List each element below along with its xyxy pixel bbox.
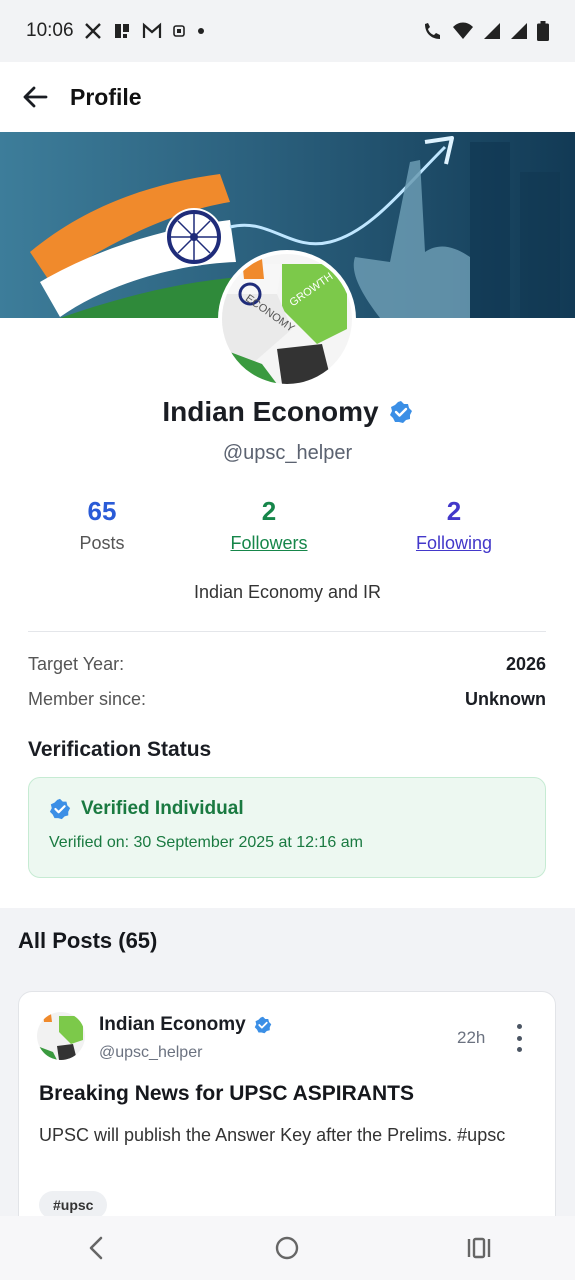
- back-button[interactable]: [0, 62, 70, 132]
- following-link[interactable]: Following: [364, 533, 544, 554]
- stat-following[interactable]: 2 Following: [364, 496, 544, 554]
- target-year-row: Target Year: 2026: [28, 654, 546, 675]
- post-time: 22h: [457, 1028, 486, 1047]
- member-since-row: Member since: Unknown: [28, 689, 546, 710]
- profile-name: Indian Economy: [162, 396, 379, 427]
- posts-count: 65: [87, 496, 117, 526]
- followers-link[interactable]: Followers: [179, 533, 359, 554]
- nav-back-button[interactable]: [56, 1216, 136, 1280]
- target-year-value: 2026: [505, 654, 546, 674]
- x-icon: [84, 23, 101, 39]
- notification-app-icon: [114, 24, 129, 38]
- post-title: Breaking News for UPSC ASPIRANTS: [39, 1082, 414, 1105]
- member-since-value: Unknown: [465, 689, 546, 709]
- wifi-call-icon: [425, 23, 440, 39]
- target-year-label: Target Year:: [28, 654, 125, 674]
- page-title: Profile: [70, 83, 142, 110]
- profile-avatar[interactable]: GROWTH ECONOMY: [218, 250, 356, 388]
- home-circle-icon: [276, 1236, 299, 1260]
- mail-icon: [142, 22, 161, 38]
- signal-icon: [484, 23, 500, 39]
- post-author-avatar[interactable]: [37, 1012, 85, 1060]
- profile-handle: @upsc_helper: [222, 442, 353, 464]
- arrow-left-icon: [23, 86, 48, 108]
- more-vertical-icon[interactable]: [507, 1022, 531, 1054]
- member-since-label: Member since:: [28, 689, 147, 709]
- post-author-handle: @upsc_helper: [99, 1044, 203, 1061]
- divider: [28, 631, 546, 632]
- stat-posts[interactable]: 65 Posts: [12, 496, 192, 554]
- post-body: UPSC will publish the Answer Key after t…: [39, 1125, 506, 1145]
- status-time: 10:06: [26, 20, 74, 41]
- battery-icon: [537, 21, 549, 41]
- dot-icon: [197, 28, 204, 34]
- verified-badge-icon: [254, 1016, 271, 1034]
- verified-badge-icon: [49, 798, 71, 820]
- hashtag-chip[interactable]: #upsc: [39, 1191, 108, 1219]
- status-bar: 10:06: [0, 0, 575, 62]
- profile-bio: Indian Economy and IR: [193, 582, 382, 602]
- chevron-left-icon: [89, 1236, 103, 1260]
- sim-icon: [172, 25, 185, 37]
- system-nav-bar: [0, 1216, 575, 1280]
- app-bar: Profile: [0, 62, 575, 132]
- nav-recents-button[interactable]: [439, 1216, 519, 1280]
- verification-title: Verification Status: [28, 738, 212, 761]
- post-card[interactable]: Indian Economy @upsc_helper 22h Breaking…: [18, 991, 556, 1231]
- nav-home-button[interactable]: [247, 1216, 327, 1280]
- profile-name-row: Indian Economy: [0, 396, 575, 428]
- wifi-icon: [453, 22, 473, 39]
- following-count: 2: [446, 496, 462, 526]
- posts-section: All Posts (65) Indian Economy @upsc_help…: [0, 908, 575, 1231]
- signal-2-icon: [511, 23, 527, 39]
- verification-date: Verified on: 30 September 2025 at 12:16 …: [49, 834, 363, 851]
- recents-icon: [467, 1237, 491, 1259]
- followers-count: 2: [261, 496, 277, 526]
- posts-label: Posts: [79, 533, 125, 553]
- verified-badge-icon: [389, 401, 412, 423]
- verification-card: Verified Individual Verified on: 30 Sept…: [28, 777, 546, 878]
- posts-title: All Posts (65): [18, 928, 158, 953]
- verification-status: Verified Individual: [81, 798, 244, 819]
- post-author-name[interactable]: Indian Economy: [99, 1014, 246, 1036]
- stat-followers[interactable]: 2 Followers: [179, 496, 359, 554]
